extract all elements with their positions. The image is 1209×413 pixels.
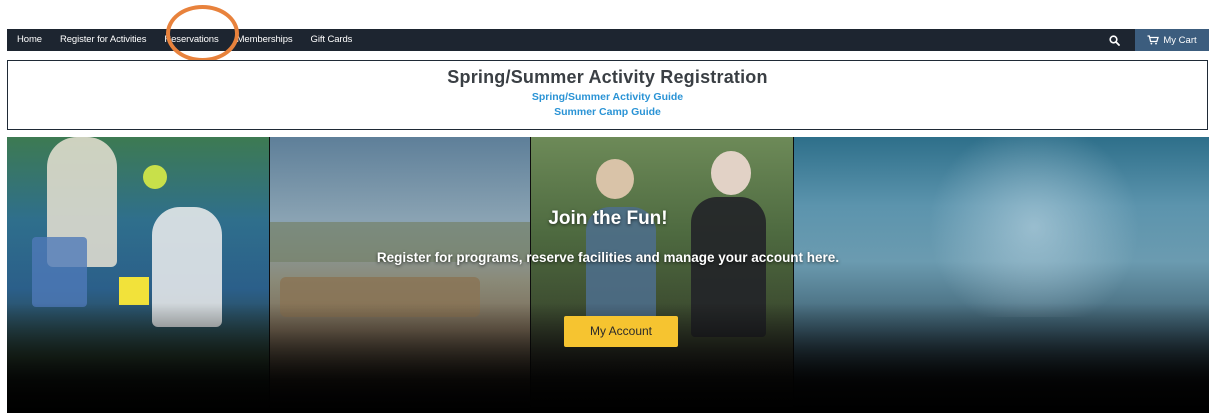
nav-home[interactable]: Home [7,29,51,51]
my-account-button[interactable]: My Account [564,316,678,347]
activity-guide-link[interactable]: Spring/Summer Activity Guide [8,91,1207,103]
hero-overlay: Join the Fun! Register for programs, res… [7,137,1209,413]
cart-icon [1147,35,1160,45]
search-icon[interactable] [1100,29,1128,51]
nav-memberships[interactable]: Memberships [228,29,302,51]
nav-gift-cards[interactable]: Gift Cards [302,29,362,51]
my-cart-label: My Cart [1163,34,1197,46]
top-navigation-bar: Home Register for Activities Reservation… [7,29,1209,51]
nav-register-for-activities[interactable]: Register for Activities [51,29,155,51]
banner-title: Spring/Summer Activity Registration [447,67,768,87]
my-cart-button[interactable]: My Cart [1135,29,1209,51]
registration-banner: Spring/Summer Activity Registration Spri… [7,60,1208,130]
nav-reservations[interactable]: Reservations [155,29,227,51]
hero-title: Join the Fun! [548,208,668,229]
summer-camp-guide-link[interactable]: Summer Camp Guide [8,106,1207,118]
hero-section: Join the Fun! Register for programs, res… [7,137,1209,413]
hero-subtitle: Register for programs, reserve facilitie… [376,250,840,265]
